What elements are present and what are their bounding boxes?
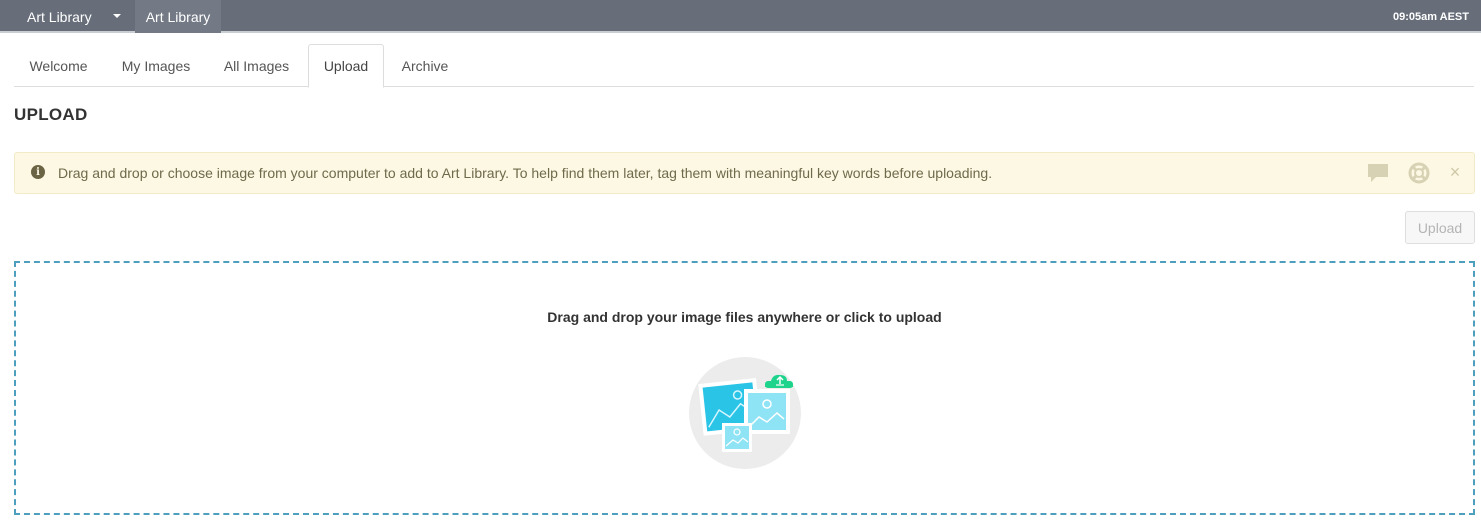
tab-all-images[interactable]: All Images	[211, 44, 302, 87]
tab-upload[interactable]: Upload	[308, 44, 384, 88]
dropzone-text: Drag and drop your image files anywhere …	[547, 309, 942, 325]
banner-message: Drag and drop or choose image from your …	[58, 165, 993, 181]
top-bar: Art Library Art Library 09:05am AEST	[0, 0, 1481, 33]
clock: 09:05am AEST	[1392, 10, 1469, 23]
dropzone[interactable]: Drag and drop your image files anywhere …	[14, 261, 1475, 515]
tab-welcome[interactable]: Welcome	[14, 44, 103, 87]
tab-my-images[interactable]: My Images	[109, 44, 203, 87]
image-upload-illustration	[687, 351, 807, 476]
caret-down-icon	[113, 14, 121, 18]
upload-button[interactable]: Upload	[1405, 211, 1475, 244]
tab-archive[interactable]: Archive	[389, 44, 461, 87]
breadcrumb-app[interactable]: Art Library	[135, 0, 221, 33]
page-title: UPLOAD	[14, 105, 88, 124]
lifebuoy-icon[interactable]	[1408, 162, 1430, 189]
info-banner: i Drag and drop or choose image from you…	[14, 152, 1475, 194]
app-switcher-label: Art Library	[27, 8, 92, 25]
info-icon: i	[31, 165, 45, 179]
close-icon[interactable]: ×	[1447, 161, 1463, 183]
app-switcher[interactable]: Art Library	[13, 0, 130, 33]
chat-bubble-icon[interactable]	[1366, 162, 1390, 189]
tab-bar: Welcome My Images All Images Upload Arch…	[14, 44, 1474, 88]
